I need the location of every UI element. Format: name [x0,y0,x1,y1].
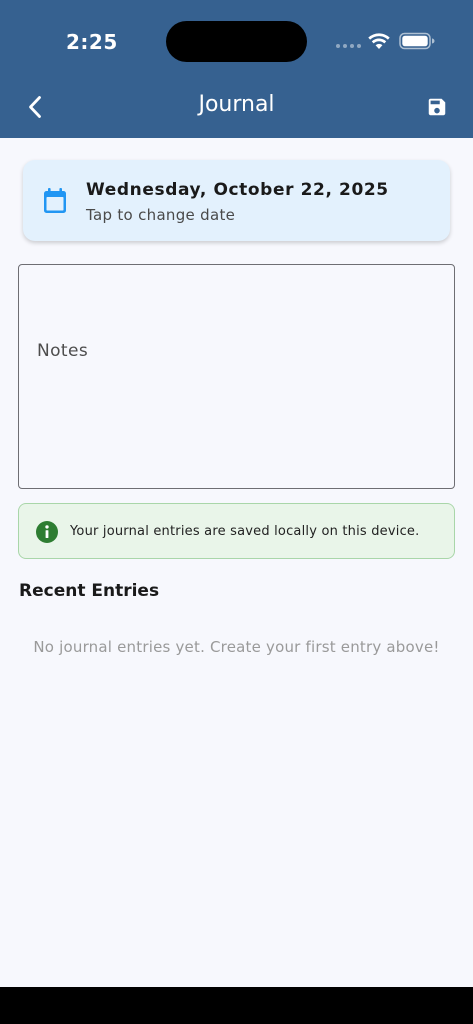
info-banner: Your journal entries are saved locally o… [18,503,455,559]
date-hint: Tap to change date [86,206,236,224]
status-time: 2:25 [66,30,118,54]
cellular-signal-icon [336,44,361,48]
date-picker-card[interactable]: Wednesday, October 22, 2025 Tap to chang… [23,160,450,241]
selected-date: Wednesday, October 22, 2025 [86,180,389,200]
recent-entries-title: Recent Entries [19,581,160,601]
battery-icon [399,32,435,50]
info-text: Your journal entries are saved locally o… [70,524,420,539]
home-indicator-bar [0,987,473,1024]
page-title: Journal [198,92,275,117]
info-icon [36,521,58,543]
journal-screen: 2:25 Journal Wednesday, October 22, 2025… [0,0,473,1024]
notes-input[interactable] [19,265,454,488]
app-bar: 2:25 Journal [0,0,473,138]
floppy-disk-icon [428,98,446,116]
wifi-icon [368,33,390,49]
empty-state-message: No journal entries yet. Create your firs… [33,638,440,656]
notes-field[interactable]: Notes [18,264,455,489]
dynamic-island [166,21,307,62]
save-button[interactable] [424,94,450,120]
calendar-icon [44,188,66,213]
